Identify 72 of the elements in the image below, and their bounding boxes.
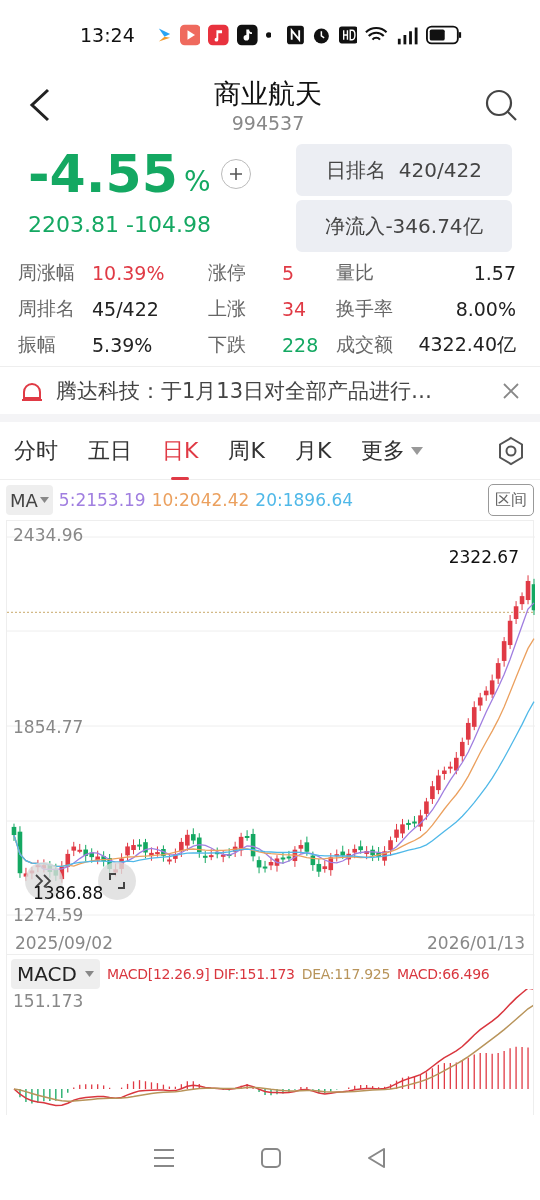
signal-icon <box>395 25 419 45</box>
more-tab[interactable]: 更多 <box>361 429 424 472</box>
index-code: 994537 <box>231 112 305 134</box>
stat-value: 5 <box>282 262 296 284</box>
macd-value: MACD:66.496 <box>397 966 490 982</box>
back-icon[interactable] <box>28 88 52 122</box>
period-tab[interactable]: 日K <box>162 421 199 480</box>
axis-label: 1854.77 <box>13 717 84 737</box>
stat-label: 上涨 <box>208 296 247 321</box>
ma-value: 20:1896.64 <box>255 490 354 510</box>
dot-icon <box>265 32 272 38</box>
stat-label: 成交额 <box>336 332 394 357</box>
stat-value: 4322.40亿 <box>417 332 516 357</box>
play-icon <box>179 24 201 46</box>
caret-icon <box>84 971 94 977</box>
stat-value: 1.57 <box>472 262 516 284</box>
plus-icon <box>228 167 243 181</box>
period-tab[interactable]: 月K <box>294 421 332 480</box>
notice-text[interactable]: 腾达科技：于1月13日对全部产品进行… <box>56 376 490 405</box>
add-button[interactable] <box>220 159 251 189</box>
note-icon <box>236 24 258 46</box>
caret-icon <box>39 497 49 503</box>
stat-label: 涨停 <box>208 260 247 285</box>
macd-value: DEA:117.925 <box>301 966 390 982</box>
nfc-icon <box>287 25 304 45</box>
period-tab[interactable]: 分时 <box>14 421 58 480</box>
stat-value: 45/422 <box>92 298 160 320</box>
stat-value: 10.39% <box>92 262 166 284</box>
hd-icon <box>338 26 358 44</box>
stat-label: 量比 <box>336 260 375 285</box>
home-icon[interactable] <box>260 1146 282 1169</box>
axis-label: 1274.59 <box>13 905 84 925</box>
ma-value: 5:2153.19 <box>58 490 146 510</box>
settings-icon[interactable] <box>496 435 526 466</box>
stat-value: 228 <box>282 334 320 356</box>
close-icon[interactable] <box>502 381 520 400</box>
menu-icon[interactable] <box>152 1146 176 1169</box>
low-label: 1386.88 <box>33 883 104 903</box>
stat-value: 8.00% <box>454 298 516 320</box>
daily-rank-button[interactable]: 日排名 420/422 <box>296 144 512 196</box>
axis-label: 151.173 <box>13 991 84 1011</box>
period-tab[interactable]: 五日 <box>88 421 132 480</box>
alarm-icon <box>312 25 331 45</box>
ma-value: 10:2042.42 <box>151 490 250 510</box>
index-title: 商业航天 <box>214 77 322 111</box>
search-icon[interactable] <box>484 88 518 122</box>
stat-value: 34 <box>282 298 308 320</box>
stat-value: 5.39% <box>92 334 154 356</box>
stat-label: 振幅 <box>18 332 57 357</box>
back-nav-icon[interactable] <box>366 1146 388 1169</box>
net-inflow-button[interactable]: 净流入-346.74亿 <box>296 200 512 252</box>
period-tab[interactable]: 周K <box>228 421 265 480</box>
macd-value: MACD[12.26.9] DIF:151.173 <box>106 966 295 982</box>
macd-dropdown[interactable]: MACD <box>11 959 100 989</box>
start-date: 2025/09/02 <box>15 933 113 953</box>
end-date: 2026/01/13 <box>427 933 525 953</box>
change-percent: -4.55 <box>28 144 178 204</box>
status-time: 13:24 <box>80 24 135 46</box>
corner-bracket-icon <box>108 872 126 890</box>
stat-label: 下跌 <box>208 332 247 357</box>
stat-label: 周排名 <box>18 296 76 321</box>
range-button[interactable]: 区间 <box>488 484 534 516</box>
stat-label: 换手率 <box>336 296 394 321</box>
ma-dropdown[interactable]: MA <box>6 485 53 515</box>
percent-sign: % <box>183 164 211 198</box>
battery-icon <box>426 25 462 45</box>
price-change: 2203.81 -104.98 <box>28 212 212 237</box>
high-label: 2322.67 <box>448 547 519 567</box>
caret-icon <box>411 446 424 455</box>
stat-label: 周涨幅 <box>18 260 76 285</box>
music-icon <box>208 24 229 46</box>
axis-label: 2434.96 <box>13 525 84 545</box>
